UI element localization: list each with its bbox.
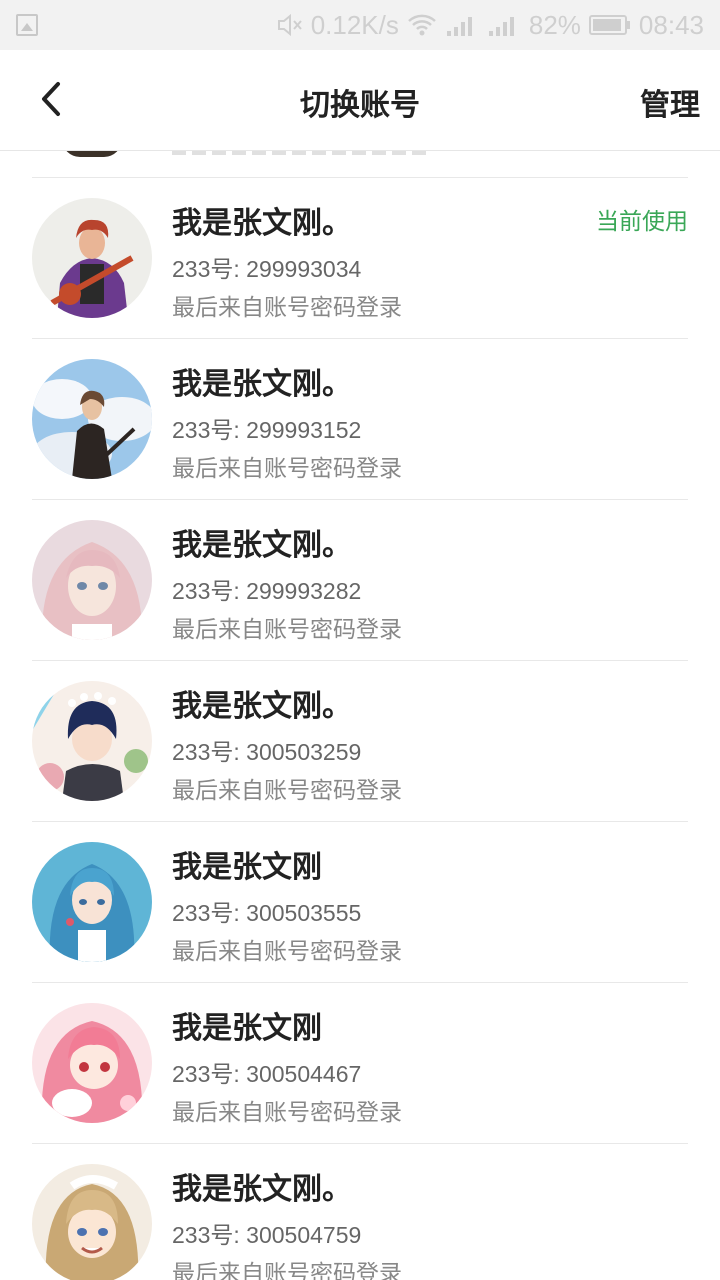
- account-row[interactable]: 我是张文刚。 233号: 299993282 最后来自账号密码登录: [32, 500, 688, 661]
- signal-icon: [445, 13, 479, 37]
- account-id: 233号: 300503259: [172, 739, 362, 765]
- account-id: 233号: 300504467: [172, 1061, 362, 1087]
- account-name: 我是张文刚: [172, 850, 322, 885]
- avatar: [32, 1003, 152, 1123]
- account-row[interactable]: 我是张文刚。 233号: 299993034 最后来自账号密码登录 当前使用: [32, 178, 688, 339]
- battery-icon: [588, 14, 631, 36]
- battery-level: 82%: [528, 9, 581, 40]
- avatar: [32, 359, 152, 479]
- clock: 08:43: [638, 9, 704, 40]
- account-name: 我是张文刚。: [172, 689, 352, 724]
- account-id: 233号: 299993282: [172, 578, 362, 604]
- manage-button[interactable]: 管理: [640, 80, 700, 124]
- account-id: 233号: 299993034: [172, 256, 362, 282]
- app-header: 切换账号 管理: [0, 50, 720, 151]
- account-row[interactable]: 我是张文刚。 233号: 300503259 最后来自账号密码登录: [32, 661, 688, 822]
- account-name: 我是张文刚。: [172, 528, 352, 563]
- account-id: 233号: 300503555: [172, 900, 362, 926]
- status-bar: 0.12K/s 82% 08:43: [0, 0, 720, 50]
- login-source: 最后来自账号密码登录: [172, 778, 402, 804]
- account-text-partial: [172, 151, 432, 155]
- account-row[interactable]: 我是张文刚 233号: 300504467 最后来自账号密码登录: [32, 983, 688, 1144]
- login-source: 最后来自账号密码登录: [172, 1261, 402, 1280]
- status-right-group: 0.12K/s 82% 08:43: [277, 0, 704, 50]
- account-id: 233号: 300504759: [172, 1222, 362, 1248]
- account-name: 我是张文刚: [172, 1011, 322, 1046]
- login-source: 最后来自账号密码登录: [172, 456, 402, 482]
- page-title: 切换账号: [300, 88, 420, 123]
- account-name: 我是张文刚。: [172, 206, 352, 241]
- account-row[interactable]: 我是张文刚。 233号: 299993152 最后来自账号密码登录: [32, 339, 688, 500]
- avatar: [32, 1164, 152, 1280]
- login-source: 最后来自账号密码登录: [172, 1100, 402, 1126]
- wifi-icon: [407, 13, 437, 37]
- image-icon: [16, 14, 38, 36]
- avatar: [32, 520, 152, 640]
- account-name: 我是张文刚。: [172, 367, 352, 402]
- avatar: [32, 198, 152, 318]
- avatar: [32, 681, 152, 801]
- account-row[interactable]: 我是张文刚 233号: 300503555 最后来自账号密码登录: [32, 822, 688, 983]
- avatar: [62, 151, 122, 157]
- login-source: 最后来自账号密码登录: [172, 939, 402, 965]
- account-row[interactable]: 我是张文刚。 233号: 300504759 最后来自账号密码登录: [32, 1144, 688, 1280]
- account-id: 233号: 299993152: [172, 417, 362, 443]
- login-source: 最后来自账号密码登录: [172, 295, 402, 321]
- net-speed: 0.12K/s: [310, 9, 399, 40]
- mute-icon: [277, 13, 303, 37]
- account-name: 我是张文刚。: [172, 1172, 352, 1207]
- account-row-partial[interactable]: [32, 151, 688, 178]
- signal-icon-2: [487, 13, 521, 37]
- current-account-badge: 当前使用: [596, 209, 688, 235]
- account-list[interactable]: 我是张文刚。 233号: 299993034 最后来自账号密码登录 当前使用 我…: [0, 151, 720, 1280]
- login-source: 最后来自账号密码登录: [172, 617, 402, 643]
- avatar: [32, 842, 152, 962]
